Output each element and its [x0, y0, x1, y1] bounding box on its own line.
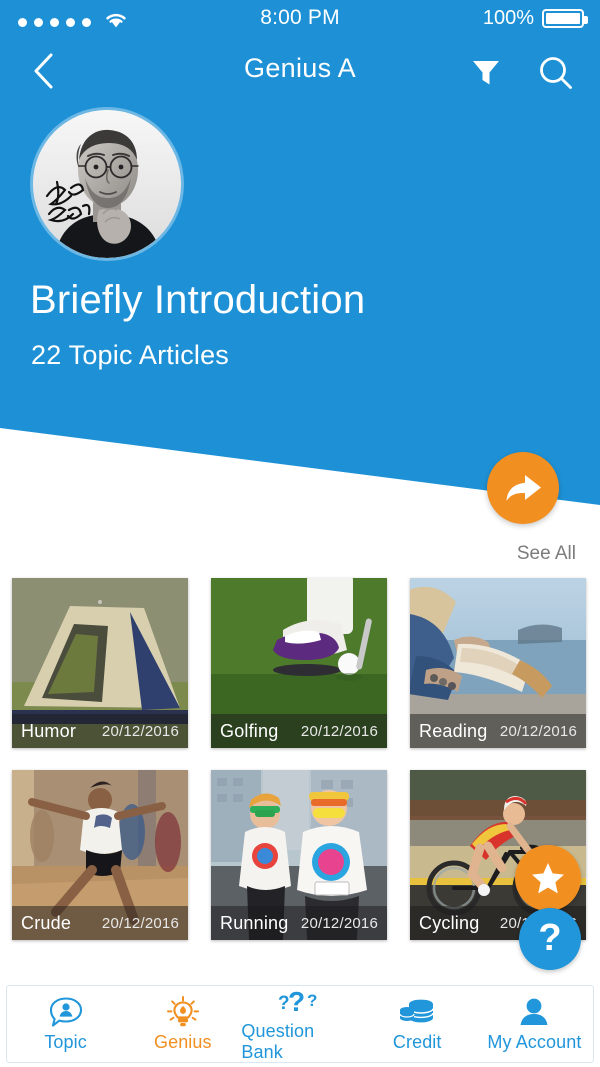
- card-date: 20/12/2016: [101, 914, 179, 932]
- card-label-bar: Crude 20/12/2016: [12, 906, 188, 940]
- person-icon: [518, 996, 550, 1028]
- card-title: Crude: [21, 912, 72, 933]
- tab-label: My Account: [487, 1031, 582, 1052]
- topic-card-grid: Humor 20/12/2016 Golfing 20/12/2016 Read…: [12, 578, 588, 940]
- lightbulb-icon: [166, 995, 200, 1028]
- favorite-button[interactable]: [515, 845, 581, 911]
- intro-subtitle: 22 Topic Articles: [31, 340, 230, 370]
- card-title: Golfing: [220, 720, 279, 741]
- tab-label: Credit: [392, 1031, 442, 1052]
- star-icon: [532, 862, 564, 893]
- help-button[interactable]: ?: [519, 908, 581, 970]
- tab-label: Topic: [44, 1031, 87, 1052]
- topic-card[interactable]: Humor 20/12/2016: [12, 578, 188, 748]
- svg-text:?: ?: [307, 991, 317, 1010]
- tab-topic[interactable]: Topic: [7, 986, 124, 1062]
- intro-title: Briefly Introduction: [30, 278, 366, 322]
- coin-stack-icon: [399, 996, 435, 1028]
- card-title: Running: [220, 912, 289, 933]
- status-bar-right: 100%: [482, 7, 588, 30]
- portrait-avatar-image: [33, 110, 181, 258]
- see-all-link[interactable]: See All: [517, 543, 576, 565]
- navigation-bar: Genius A: [0, 40, 600, 102]
- tab-label: Question Bank: [241, 1021, 315, 1062]
- bottom-tab-bar: Topic Genius ? ? ? Question Bank Credit …: [6, 985, 594, 1063]
- tab-genius[interactable]: Genius: [124, 986, 241, 1062]
- filter-button[interactable]: [465, 51, 507, 93]
- card-label-bar: Running 20/12/2016: [211, 906, 387, 940]
- question-mark-icon: ?: [538, 916, 562, 959]
- topic-card[interactable]: Golfing 20/12/2016: [211, 578, 387, 748]
- card-date: 20/12/2016: [101, 722, 179, 740]
- app-screen: 8:00 PM 100% Genius A Briefly Introducti…: [0, 0, 600, 1067]
- search-icon: [540, 57, 572, 89]
- share-arrow-icon: [506, 475, 541, 501]
- card-date: 20/12/2016: [300, 914, 378, 932]
- topic-card[interactable]: Running 20/12/2016: [211, 770, 387, 940]
- card-label-bar: Reading 20/12/2016: [410, 714, 586, 748]
- search-button[interactable]: [534, 51, 578, 95]
- tab-credit[interactable]: Credit: [359, 986, 476, 1062]
- tab-question-bank[interactable]: ? ? ? Question Bank: [241, 986, 358, 1062]
- card-title: Humor: [21, 720, 77, 741]
- card-date: 20/12/2016: [499, 722, 577, 740]
- share-button[interactable]: [487, 452, 559, 524]
- svg-text:?: ?: [288, 986, 305, 1017]
- topic-card[interactable]: Reading 20/12/2016: [410, 578, 586, 748]
- tab-my-account[interactable]: My Account: [476, 986, 593, 1062]
- battery-full-icon: [542, 9, 588, 28]
- filter-funnel-icon: [473, 61, 499, 85]
- card-date: 20/12/2016: [300, 722, 378, 740]
- question-marks-icon: ? ? ?: [277, 985, 323, 1017]
- card-title: Reading: [419, 720, 488, 741]
- card-label-bar: Golfing 20/12/2016: [211, 714, 387, 748]
- battery-percent-label: 100%: [482, 7, 534, 29]
- speech-bubble-person-icon: [49, 996, 83, 1028]
- avatar[interactable]: [33, 110, 181, 258]
- page-title: Genius A: [244, 53, 356, 83]
- card-label-bar: Humor 20/12/2016: [12, 714, 188, 748]
- card-title: Cycling: [419, 912, 480, 933]
- status-bar: 8:00 PM 100%: [0, 0, 600, 38]
- topic-card[interactable]: Crude 20/12/2016: [12, 770, 188, 940]
- tab-label: Genius: [153, 1031, 212, 1052]
